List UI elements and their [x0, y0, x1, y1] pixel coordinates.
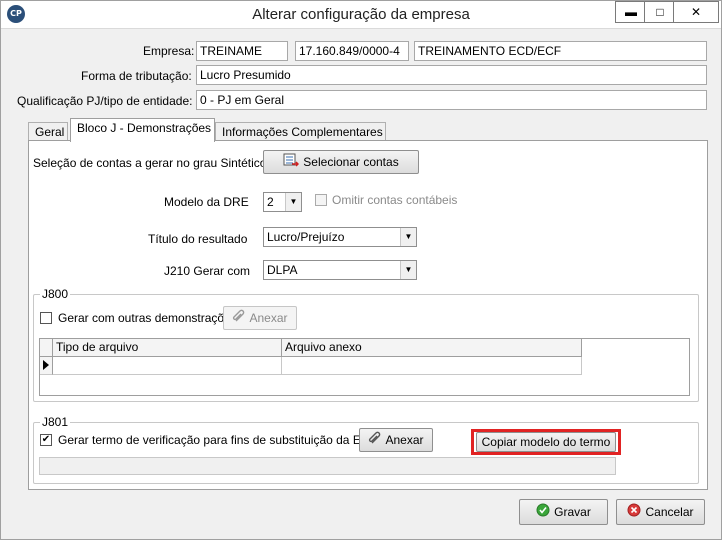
current-row-arrow-icon	[43, 360, 49, 370]
modelo-dre-select[interactable]: 2 ▼	[263, 192, 302, 212]
close-button[interactable]: ✕	[673, 1, 719, 23]
minimize-button[interactable]: ▬	[615, 1, 647, 23]
selecao-contas-label: Seleção de contas a gerar no grau Sintét…	[33, 156, 267, 170]
select-list-icon	[283, 152, 300, 174]
gravar-label: Gravar	[554, 505, 591, 519]
column-header-arquivo-anexo[interactable]: Arquivo anexo	[282, 339, 582, 357]
empresa-cnpj-field[interactable]: 17.160.849/0000-4	[295, 41, 409, 61]
cancel-circle-icon	[627, 501, 641, 525]
j801-group-title: J801	[40, 415, 71, 429]
titulo-resultado-value: Lucro/Prejuízo	[267, 230, 345, 244]
selecionar-contas-button[interactable]: Selecionar contas	[263, 150, 419, 174]
j801-gerar-checkbox[interactable]: ✔	[40, 434, 52, 446]
tributacao-field[interactable]: Lucro Presumido	[196, 65, 707, 85]
copiar-modelo-termo-button[interactable]: Copiar modelo do termo	[476, 432, 616, 452]
column-header-tipo-arquivo[interactable]: Tipo de arquivo	[53, 339, 282, 357]
j800-attachments-grid[interactable]: Tipo de arquivo Arquivo anexo	[39, 338, 690, 396]
paperclip-icon	[232, 308, 246, 330]
cancelar-label: Cancelar	[645, 505, 694, 519]
j801-anexar-label: Anexar	[385, 433, 424, 447]
cancelar-button[interactable]: Cancelar	[616, 499, 705, 525]
j210-value: DLPA	[267, 263, 298, 277]
chevron-down-icon: ▼	[285, 193, 301, 211]
qualificacao-label: Qualificação PJ/tipo de entidade:	[17, 94, 193, 108]
check-circle-icon	[536, 501, 550, 525]
window-title: Alterar configuração da empresa	[252, 6, 470, 23]
omitir-contas-checkbox[interactable]	[315, 194, 327, 206]
j800-anexar-button[interactable]: Anexar	[223, 306, 297, 330]
row-indicator	[40, 357, 53, 375]
j800-group-title: J800	[40, 287, 71, 301]
tab-bloco-j[interactable]: Bloco J - Demonstrações	[70, 118, 215, 142]
grid-corner-header	[40, 339, 53, 357]
gravar-button[interactable]: Gravar	[519, 499, 608, 525]
titulo-resultado-label: Título do resultado	[148, 232, 248, 246]
tab-geral[interactable]: Geral	[28, 122, 68, 142]
empresa-label: Empresa:	[143, 44, 195, 58]
maximize-button[interactable]: □	[644, 1, 676, 23]
j800-anexar-label: Anexar	[249, 311, 288, 325]
tributacao-label: Forma de tributação:	[81, 69, 192, 83]
j800-gerar-label: Gerar com outras demonstrações	[58, 311, 237, 325]
j801-gerar-label: Gerar termo de verificação para fins de …	[58, 433, 379, 447]
empresa-code-field[interactable]: TREINAME	[196, 41, 288, 61]
modelo-dre-value: 2	[267, 195, 274, 209]
empresa-name-field[interactable]: TREINAMENTO ECD/ECF	[414, 41, 707, 61]
j801-anexar-button[interactable]: Anexar	[359, 428, 433, 452]
qualificacao-field[interactable]: 0 - PJ em Geral	[196, 90, 707, 110]
table-cell-arquivo-anexo[interactable]	[282, 357, 582, 375]
chevron-down-icon: ▼	[400, 261, 416, 279]
titulo-resultado-select[interactable]: Lucro/Prejuízo ▼	[263, 227, 417, 247]
j210-label: J210 Gerar com	[164, 264, 251, 278]
title-bar: CP Alterar configuração da empresa ▬ □ ✕	[1, 1, 721, 29]
j800-gerar-checkbox[interactable]	[40, 312, 52, 324]
j210-select[interactable]: DLPA ▼	[263, 260, 417, 280]
modelo-dre-label: Modelo da DRE	[164, 195, 249, 209]
tab-informacoes-complementares[interactable]: Informações Complementares	[215, 122, 386, 142]
selecionar-contas-label: Selecionar contas	[303, 155, 399, 169]
chevron-down-icon: ▼	[400, 228, 416, 246]
j801-file-path-field[interactable]	[39, 457, 616, 475]
table-cell-tipo-arquivo[interactable]	[53, 357, 282, 375]
paperclip-icon	[368, 430, 382, 452]
omitir-contas-label: Omitir contas contábeis	[332, 193, 458, 207]
dialog-window: CP Alterar configuração da empresa ▬ □ ✕…	[0, 0, 722, 540]
